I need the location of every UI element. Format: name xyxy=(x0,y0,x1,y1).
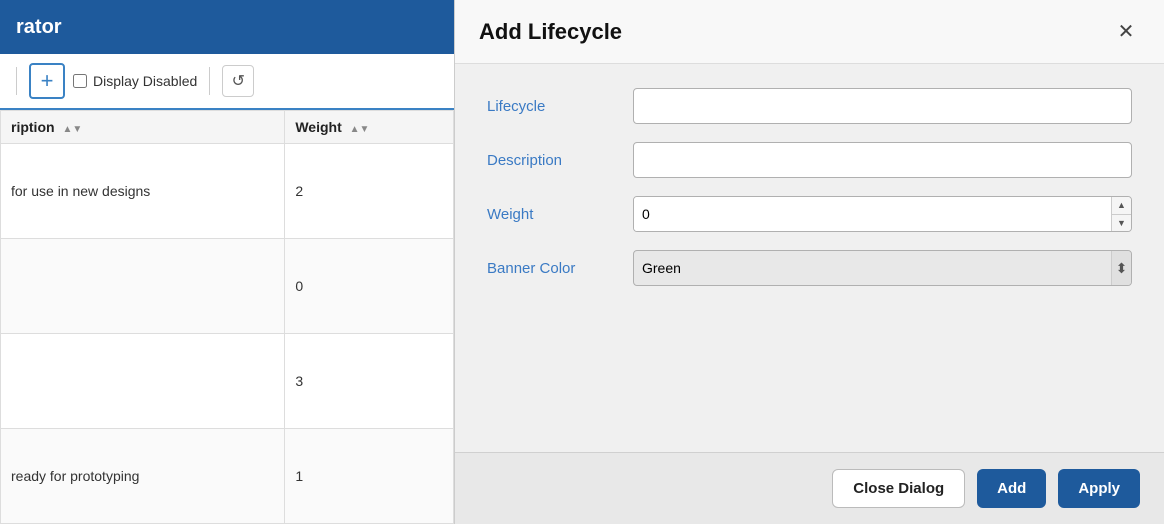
cell-weight: 1 xyxy=(285,429,454,524)
display-disabled-text: Display Disabled xyxy=(93,73,197,89)
lifecycle-label: Lifecycle xyxy=(487,98,617,115)
toolbar-divider-left xyxy=(16,67,17,95)
dialog-footer: Close Dialog Add Apply xyxy=(455,452,1164,524)
description-label: Description xyxy=(487,152,617,169)
cell-weight: 0 xyxy=(285,239,454,334)
cell-description: ready for prototyping xyxy=(1,429,285,524)
close-dialog-button[interactable]: Close Dialog xyxy=(832,469,965,508)
lifecycle-field-row: Lifecycle xyxy=(487,88,1132,124)
display-disabled-label: Display Disabled xyxy=(73,73,197,89)
dialog-panel: Add Lifecycle ✕ Lifecycle Description We… xyxy=(455,0,1164,524)
select-arrow-icon: ⬍ xyxy=(1111,251,1131,285)
toolbar: + Display Disabled ↺ xyxy=(0,54,454,110)
weight-spinner-wrap: ▲ ▼ xyxy=(633,196,1132,232)
dialog-header: Add Lifecycle ✕ xyxy=(455,0,1164,64)
table-row[interactable]: 0 xyxy=(1,239,454,334)
cell-weight: 3 xyxy=(285,334,454,429)
weight-input[interactable] xyxy=(634,197,1111,231)
weight-spinner-down[interactable]: ▼ xyxy=(1112,215,1131,232)
add-button[interactable]: + xyxy=(29,63,65,99)
table-row[interactable]: for use in new designs 2 xyxy=(1,144,454,239)
table-header-row: ription ▲▼ Weight ▲▼ xyxy=(1,111,454,144)
dialog-close-icon-button[interactable]: ✕ xyxy=(1112,18,1140,46)
app-title-bar: rator xyxy=(0,0,454,54)
description-input[interactable] xyxy=(633,142,1132,178)
weight-label: Weight xyxy=(487,206,617,223)
cell-description: for use in new designs xyxy=(1,144,285,239)
cell-description xyxy=(1,334,285,429)
col-description: ription ▲▼ xyxy=(1,111,285,144)
apply-button[interactable]: Apply xyxy=(1058,469,1140,508)
sort-icon-weight[interactable]: ▲▼ xyxy=(350,124,370,135)
weight-spinners: ▲ ▼ xyxy=(1111,197,1131,231)
weight-field-row: Weight ▲ ▼ xyxy=(487,196,1132,232)
description-field-row: Description xyxy=(487,142,1132,178)
table-row[interactable]: 3 xyxy=(1,334,454,429)
left-panel: rator + Display Disabled ↺ ription ▲▼ We… xyxy=(0,0,455,524)
weight-spinner-up[interactable]: ▲ xyxy=(1112,197,1131,215)
dialog-body: Lifecycle Description Weight ▲ ▼ Banner … xyxy=(455,64,1164,452)
refresh-button[interactable]: ↺ xyxy=(222,65,254,97)
add-lifecycle-button[interactable]: Add xyxy=(977,469,1046,508)
cell-weight: 2 xyxy=(285,144,454,239)
display-disabled-checkbox[interactable] xyxy=(73,74,87,88)
col-weight: Weight ▲▼ xyxy=(285,111,454,144)
cell-description xyxy=(1,239,285,334)
table-row[interactable]: ready for prototyping 1 xyxy=(1,429,454,524)
banner-color-select[interactable]: Green Red Blue Yellow Orange Purple Grey xyxy=(634,260,1111,276)
lifecycle-input[interactable] xyxy=(633,88,1132,124)
sort-icon-description[interactable]: ▲▼ xyxy=(62,124,82,135)
banner-color-select-wrap: Green Red Blue Yellow Orange Purple Grey… xyxy=(633,250,1132,286)
banner-color-label: Banner Color xyxy=(487,260,617,277)
app-title: rator xyxy=(16,16,62,39)
toolbar-divider-right xyxy=(209,67,210,95)
dialog-title: Add Lifecycle xyxy=(479,19,622,45)
lifecycle-table: ription ▲▼ Weight ▲▼ for use in new desi… xyxy=(0,110,454,524)
banner-color-field-row: Banner Color Green Red Blue Yellow Orang… xyxy=(487,250,1132,286)
